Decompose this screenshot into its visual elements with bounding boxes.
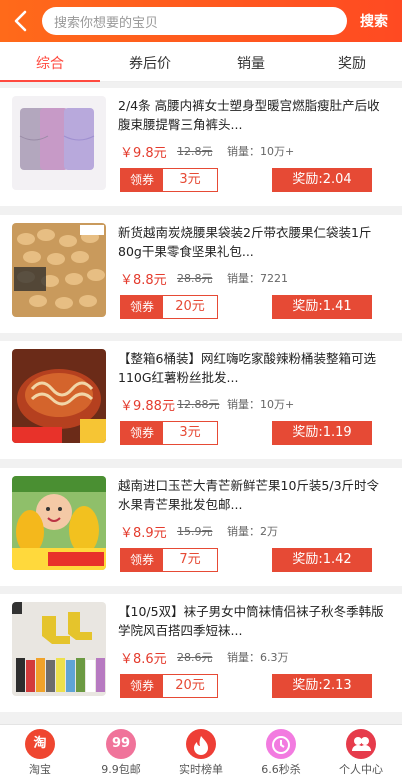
product-price: ￥8.6元 [120,652,167,667]
product-image[interactable] [12,602,106,696]
product-image[interactable] [12,476,106,570]
original-price: 28.6元 [177,651,213,664]
coupon-button[interactable]: 领券 20元 [120,674,218,698]
tab-sales[interactable]: 销量 [211,53,291,73]
nav-label: 淘宝 [29,763,51,776]
nav-flash-sale[interactable]: 6.6秒杀 [246,729,316,776]
reward-button[interactable]: 奖励:1.42 [272,548,372,572]
coupon-button[interactable]: 领券 3元 [120,421,218,445]
coupon-label: 领券 [121,422,163,444]
product-title[interactable]: 【整箱6桶装】网红嗨吃家酸辣粉桶装整箱可选110G红薯粉丝批发... [118,349,388,387]
nav-taobao[interactable]: 淘 淘宝 [5,729,75,776]
product-title[interactable]: 新货越南炭烧腰果袋装2斤带衣腰果仁袋装1斤80g干果零食坚果礼包... [118,223,388,261]
coupon-amount: 3元 [179,172,201,187]
product-price: ￥8.8元 [120,273,167,288]
coupon-amount: 20元 [175,299,205,314]
product-card[interactable]: 【整箱6桶装】网红嗨吃家酸辣粉桶装整箱可选110G红薯粉丝批发... ￥9.88… [0,341,402,459]
nine-nine-icon: 99 [106,729,136,759]
nav-label: 9.9包邮 [101,763,141,776]
back-icon[interactable] [8,7,36,35]
bottom-nav: 淘 淘宝 99 9.9包邮 实时榜单 6.6秒杀 个人中心 [0,724,402,776]
user-icon [346,729,376,759]
tab-reward[interactable]: 奖励 [312,53,392,73]
coupon-label: 领券 [121,296,163,318]
coupon-amount: 3元 [179,425,201,440]
coupon-button[interactable]: 领券 20元 [120,295,218,319]
nav-ranking[interactable]: 实时榜单 [166,729,236,776]
sales-count: 销量：2万 [227,525,278,538]
reward-button[interactable]: 奖励:1.41 [272,295,372,319]
coupon-button[interactable]: 领券 3元 [120,168,218,192]
sales-count: 销量：7221 [227,272,288,285]
product-image[interactable] [12,349,106,443]
coupon-label: 领券 [121,675,163,697]
nav-label: 6.6秒杀 [261,763,301,776]
reward-button[interactable]: 奖励:1.19 [272,421,372,445]
coupon-button[interactable]: 领券 7元 [120,548,218,572]
nav-nine-nine[interactable]: 99 9.9包邮 [86,729,156,776]
sort-tabs: 综合 券后价 销量 奖励 [0,42,402,82]
tab-comprehensive[interactable]: 综合 [10,53,90,73]
sales-count: 销量：10万+ [227,398,295,411]
reward-button[interactable]: 奖励:2.13 [272,674,372,698]
product-card[interactable]: 2/4条 高腰内裤女士塑身型暖宫燃脂瘦肚产后收腹束腰提臀三角裤头... ￥9.8… [0,88,402,206]
product-price: ￥9.88元 [120,399,175,414]
coupon-label: 领券 [121,169,163,191]
tab-coupon-price[interactable]: 券后价 [110,53,190,73]
search-button[interactable]: 搜索 [360,11,388,31]
reward-button[interactable]: 奖励:2.04 [272,168,372,192]
clock-icon [266,729,296,759]
original-price: 15.9元 [177,525,213,538]
active-tab-indicator [0,80,100,82]
product-image[interactable] [12,223,106,317]
nav-label: 实时榜单 [179,763,223,776]
nav-profile[interactable]: 个人中心 [326,729,396,776]
product-image[interactable] [12,96,106,190]
product-price: ￥8.9元 [120,526,167,541]
product-title[interactable]: 越南进口玉芒大青芒新鲜芒果10斤装5/3斤时令水果青芒果批发包邮... [118,476,388,514]
product-price: ￥9.8元 [120,146,167,161]
original-price: 12.88元 [177,398,220,411]
coupon-amount: 7元 [179,552,201,567]
coupon-label: 领券 [121,549,163,571]
product-card[interactable]: 越南进口玉芒大青芒新鲜芒果10斤装5/3斤时令水果青芒果批发包邮... ￥8.9… [0,468,402,586]
nav-label: 个人中心 [339,763,383,776]
taobao-icon: 淘 [25,729,55,759]
sales-count: 销量：10万+ [227,145,295,158]
product-title[interactable]: 【10/5双】袜子男女中筒袜情侣袜子秋冬季韩版学院风百搭四季短袜... [118,602,388,640]
product-card[interactable]: 【10/5双】袜子男女中筒袜情侣袜子秋冬季韩版学院风百搭四季短袜... ￥8.6… [0,594,402,712]
product-title[interactable]: 2/4条 高腰内裤女士塑身型暖宫燃脂瘦肚产后收腹束腰提臀三角裤头... [118,96,388,134]
sales-count: 销量：6.3万 [227,651,289,664]
top-bar: 搜索你想要的宝贝 搜索 [0,0,402,42]
search-input[interactable]: 搜索你想要的宝贝 [42,7,347,35]
fire-icon [186,729,216,759]
coupon-amount: 20元 [175,678,205,693]
original-price: 12.8元 [177,145,213,158]
product-card[interactable]: 新货越南炭烧腰果袋装2斤带衣腰果仁袋装1斤80g干果零食坚果礼包... ￥8.8… [0,215,402,333]
search-placeholder: 搜索你想要的宝贝 [54,16,159,31]
original-price: 28.8元 [177,272,213,285]
